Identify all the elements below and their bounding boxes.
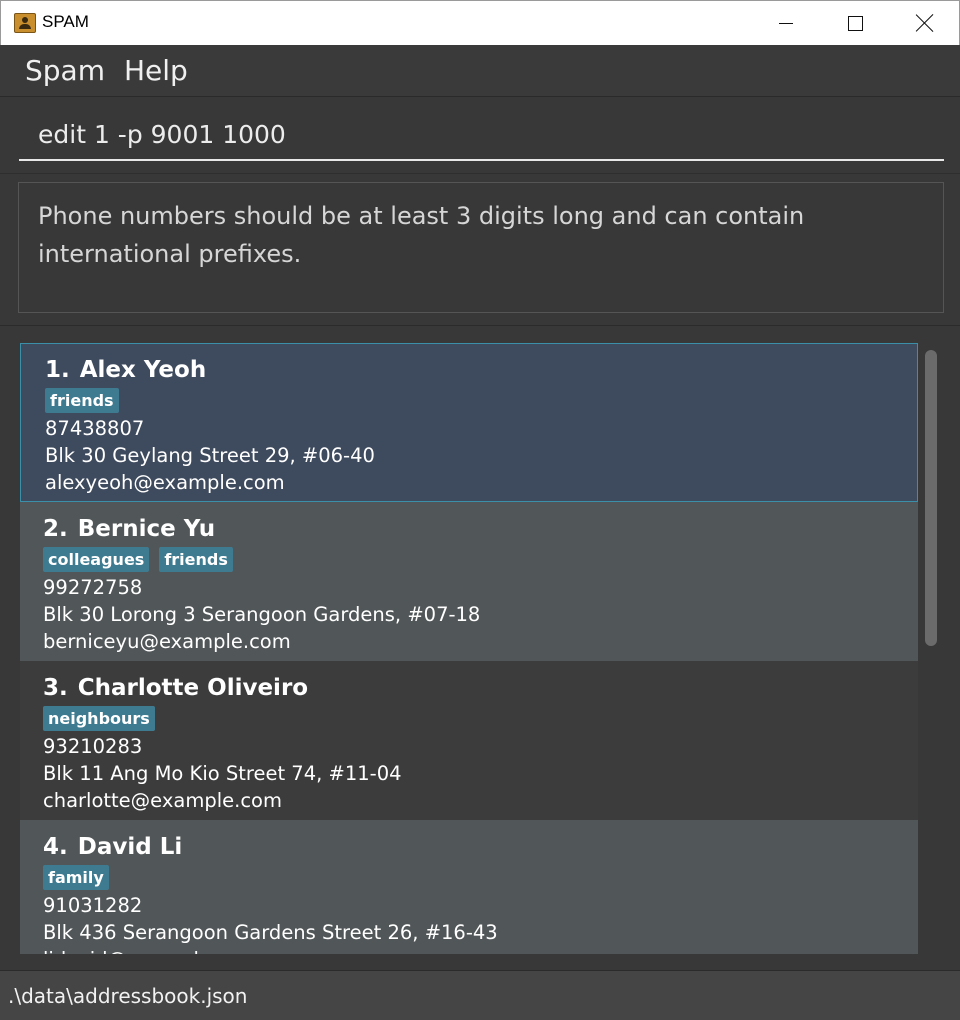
person-name: 2. Bernice Yu (43, 514, 895, 545)
command-input[interactable] (19, 109, 944, 161)
tag-label: colleagues (43, 547, 150, 572)
person-address: Blk 30 Lorong 3 Serangoon Gardens, #07-1… (43, 603, 481, 626)
person-name-text: Bernice Yu (77, 516, 216, 542)
person-phone: 91031282 (43, 894, 143, 917)
person-address: Blk 436 Serangoon Gardens Street 26, #16… (43, 921, 498, 944)
person-phone: 99272758 (43, 576, 143, 599)
minimize-button[interactable] (751, 1, 821, 45)
tag-label: friends (159, 547, 233, 572)
person-phone: 87438807 (45, 417, 145, 440)
status-bar: .\data\addressbook.json (0, 970, 960, 1020)
person-card[interactable]: 2. Bernice Yu colleagues friends 99272758 Blk… (20, 502, 918, 661)
person-card[interactable]: 4. David Li family 91031282 Blk 436 Serangoo… (20, 820, 918, 954)
tag-label: friends (45, 388, 119, 413)
person-phone: 93210283 (43, 735, 143, 758)
person-email: charlotte@example.com (43, 789, 282, 812)
person-list[interactable]: 1. Alex Yeoh friends 87438807 Blk 30 Geylang… (20, 343, 918, 954)
person-name-text: Charlotte Oliveiro (77, 675, 309, 701)
menu-bar: Spam Help (0, 45, 960, 97)
maximize-button[interactable] (820, 1, 890, 45)
tag-list: colleagues friends (43, 547, 895, 574)
person-name: 1. Alex Yeoh (45, 355, 893, 386)
maximize-icon (847, 15, 863, 31)
person-card[interactable]: 3. Charlotte Oliveiro neighbours 93210283 Bl… (20, 661, 918, 820)
person-list-panel: 1. Alex Yeoh friends 87438807 Blk 30 Geylang… (0, 325, 960, 970)
tag-list: friends (45, 388, 893, 415)
close-button[interactable] (890, 1, 960, 45)
menu-help[interactable]: Help (124, 54, 188, 87)
title-bar: SPAM (0, 0, 960, 45)
save-location-path: .\data\addressbook.json (8, 984, 248, 1008)
window-title: SPAM (42, 12, 89, 31)
person-email: lidavid@example.com (43, 946, 895, 954)
app-icon (14, 13, 36, 33)
minimize-icon (779, 22, 793, 24)
tag-label: neighbours (43, 706, 155, 731)
person-email: alexyeoh@example.com (45, 471, 285, 494)
person-card[interactable]: 1. Alex Yeoh friends 87438807 Blk 30 Geylang… (20, 343, 918, 502)
person-index: 1. (45, 357, 70, 383)
tag-list: family (43, 865, 895, 892)
person-name: 4. David Li (43, 832, 895, 863)
result-display-area: Phone numbers should be at least 3 digit… (0, 175, 960, 325)
person-address: Blk 11 Ang Mo Kio Street 74, #11-04 (43, 762, 402, 785)
tag-label: family (43, 865, 109, 890)
tag-list: neighbours (43, 706, 895, 733)
person-index: 4. (43, 834, 68, 860)
person-name-text: David Li (77, 834, 183, 860)
list-scrollbar[interactable] (922, 346, 940, 951)
person-index: 2. (43, 516, 68, 542)
person-name-text: Alex Yeoh (79, 357, 207, 383)
scroll-thumb[interactable] (925, 350, 937, 646)
person-name: 3. Charlotte Oliveiro (43, 673, 895, 704)
menu-spam[interactable]: Spam (25, 54, 105, 87)
command-box (0, 97, 960, 174)
person-email: berniceyu@example.com (43, 630, 291, 653)
person-address: Blk 30 Geylang Street 29, #06-40 (45, 444, 375, 467)
result-message: Phone numbers should be at least 3 digit… (18, 182, 944, 313)
close-icon (916, 14, 934, 32)
person-index: 3. (43, 675, 68, 701)
